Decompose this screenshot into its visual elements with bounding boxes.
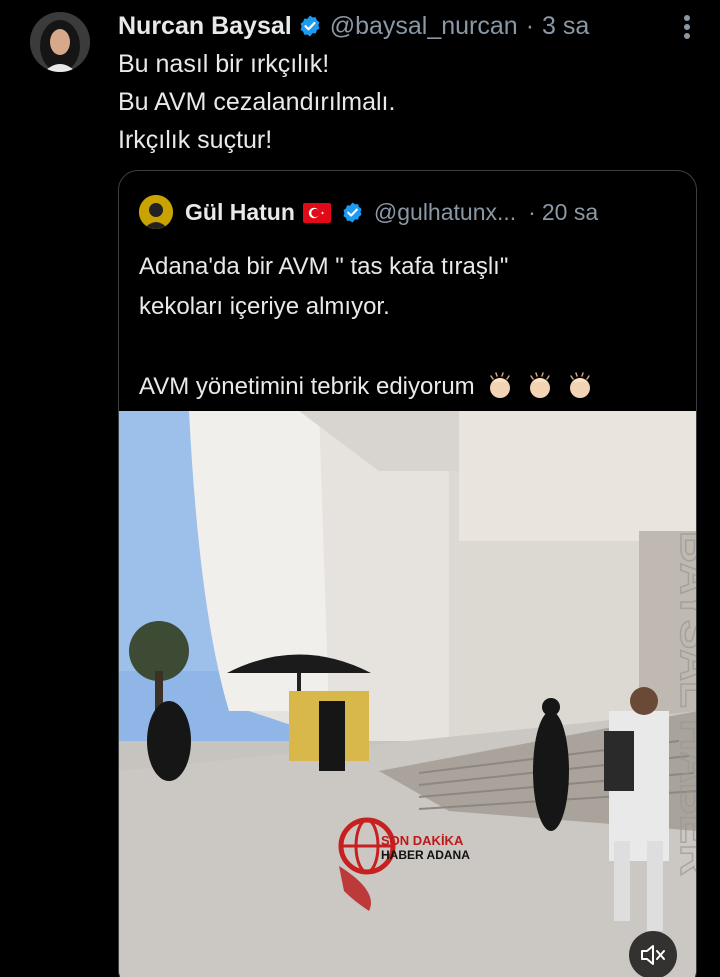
clapping-hands-icon [525, 370, 555, 400]
author-name[interactable]: Nurcan Baysal [118, 12, 292, 41]
quoted-tweet-header: Gül Hatun @gulhatunx... · 20 sa [139, 195, 598, 229]
quoted-text-line-with-emoji: AVM yönetimini tebrik ediyorum [139, 367, 595, 407]
video-frame: BAYSAL HABER [119, 411, 697, 977]
watermark-line: HABER ADANA [381, 848, 470, 862]
quoted-author-handle: @gulhatunx... [373, 198, 517, 225]
muted-speaker-icon [641, 945, 665, 965]
tweet-text: Bu nasıl bir ırkçılık! Bu AVM cezalandır… [118, 45, 395, 159]
timestamp[interactable]: 3 sa [542, 12, 589, 41]
quoted-avatar [139, 195, 173, 229]
quoted-text-line: Adana'da bir AVM " tas kafa tıraşlı" [139, 253, 509, 280]
tweet-text-line: Bu nasıl bir ırkçılık! [118, 50, 330, 78]
more-options-icon[interactable] [674, 14, 700, 40]
separator-dot: · [528, 198, 536, 225]
quoted-tweet-text: Adana'da bir AVM " tas kafa tıraşlı" kek… [139, 247, 595, 407]
verified-badge-icon [341, 201, 364, 224]
tweet[interactable]: Nurcan Baysal @baysal_nurcan · 3 sa Bu n… [0, 0, 720, 977]
quoted-tweet[interactable]: Gül Hatun @gulhatunx... · 20 sa Adana'da… [118, 170, 697, 977]
quoted-author-name: Gül Hatun [185, 198, 295, 225]
tweet-text-line: Irkçılık suçtur! [118, 126, 273, 154]
verified-badge-icon [298, 14, 322, 38]
clapping-hands-icon [485, 370, 515, 400]
quoted-text-line: AVM yönetimini tebrik ediyorum [139, 373, 475, 400]
tweet-header: Nurcan Baysal @baysal_nurcan · 3 sa [118, 8, 589, 44]
author-handle[interactable]: @baysal_nurcan [330, 12, 518, 41]
clapping-hands-icon [565, 370, 595, 400]
side-watermark: BAYSAL HABER [671, 531, 697, 876]
avatar[interactable] [30, 12, 90, 72]
separator-dot: · [525, 11, 535, 40]
video-player[interactable]: BAYSAL HABER SON DAKİKA HABER ADANA [119, 411, 697, 977]
tweet-text-line: Bu AVM cezalandırılmalı. [118, 88, 396, 116]
quoted-text-line: kekoları içeriye almıyor. [139, 293, 390, 320]
quoted-timestamp: 20 sa [541, 198, 599, 225]
video-watermark: SON DAKİKA HABER ADANA [381, 833, 491, 862]
turkey-flag-icon [302, 202, 331, 223]
watermark-line: SON DAKİKA [381, 833, 464, 848]
quoted-text-line [139, 327, 595, 367]
mute-button[interactable] [629, 931, 677, 977]
